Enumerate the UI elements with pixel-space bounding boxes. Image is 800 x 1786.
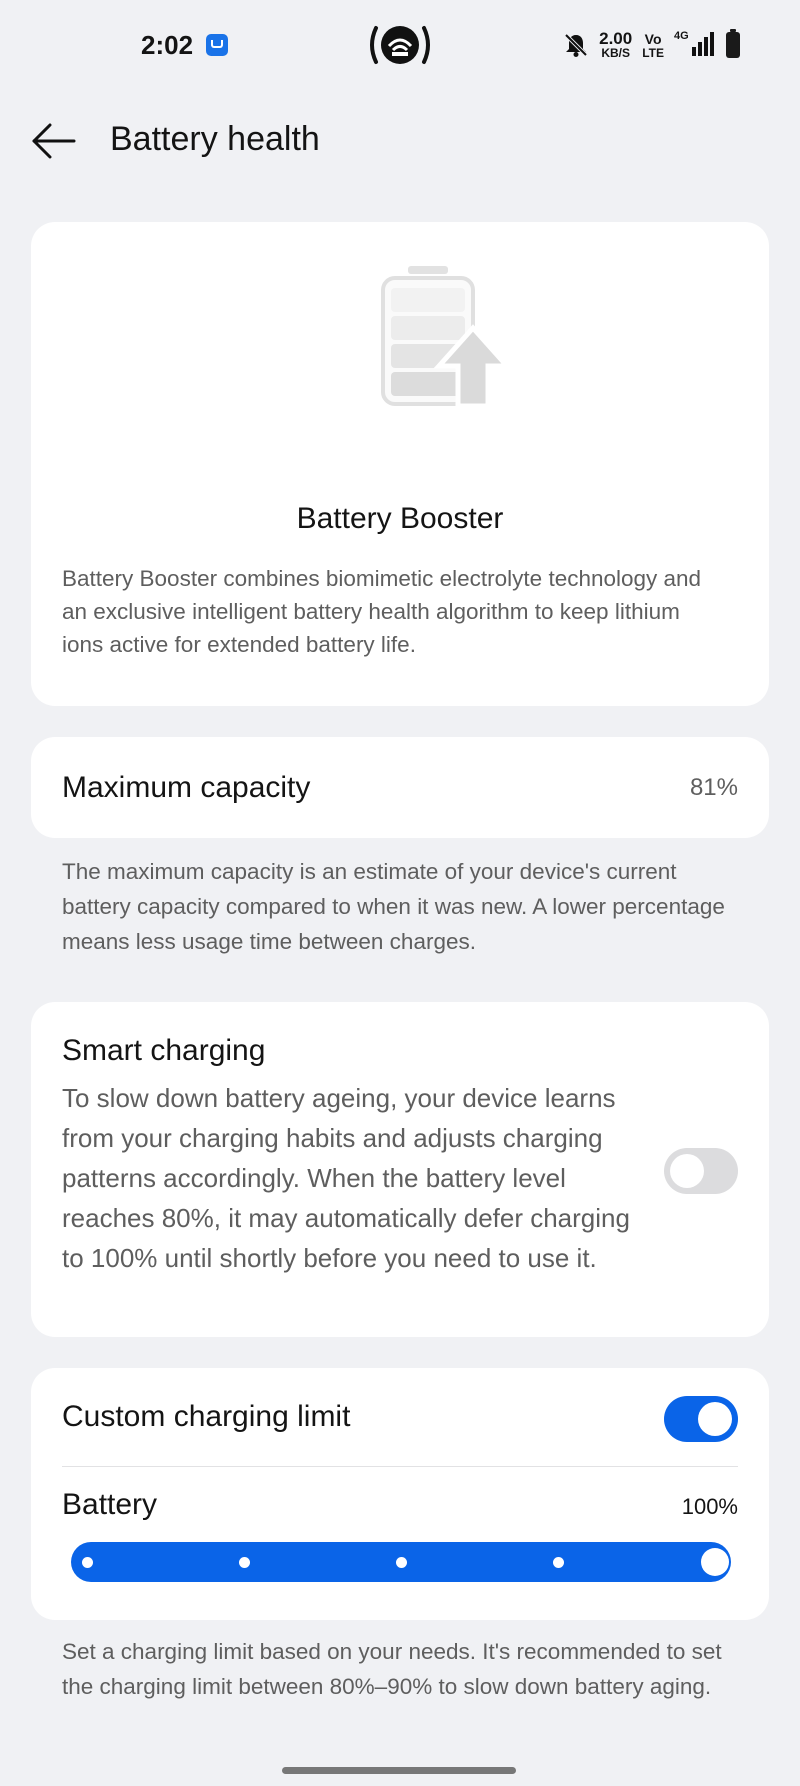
bell-off-icon bbox=[564, 33, 588, 57]
battery-booster-card: Battery Booster Battery Booster combines… bbox=[31, 222, 769, 706]
slider-step-dot bbox=[81, 1557, 93, 1568]
toggle-knob bbox=[670, 1154, 704, 1188]
battery-booster-description: Battery Booster combines biomimetic elec… bbox=[62, 566, 702, 657]
custom-charging-limit-card: Custom charging limit Battery 100% bbox=[31, 1368, 769, 1620]
status-icons: 2.00 KB/S Vo LTE 4G bbox=[563, 28, 740, 62]
slider-thumb[interactable] bbox=[701, 1548, 729, 1576]
custom-charging-limit-title: Custom charging limit bbox=[62, 1400, 351, 1433]
volte-indicator: Vo LTE bbox=[642, 31, 664, 60]
signal-icon: 4G bbox=[674, 30, 716, 60]
smart-charging-description: To slow down battery ageing, your device… bbox=[62, 1083, 630, 1273]
maximum-capacity-label: Maximum capacity bbox=[62, 771, 311, 804]
network-speed: 2.00 KB/S bbox=[599, 29, 633, 60]
smart-charging-title: Smart charging bbox=[62, 1034, 266, 1067]
maximum-capacity-description: The maximum capacity is an estimate of y… bbox=[62, 859, 725, 954]
status-time: 2:02 bbox=[141, 30, 194, 60]
charging-limit-slider[interactable] bbox=[71, 1542, 731, 1582]
slider-step-dot bbox=[395, 1557, 407, 1568]
toggle-knob bbox=[698, 1402, 732, 1436]
slider-step-dot bbox=[238, 1557, 250, 1568]
maximum-capacity-value: 81% bbox=[689, 774, 738, 801]
maximum-capacity-row[interactable]: Maximum capacity 81% bbox=[31, 737, 769, 838]
cast-icon bbox=[370, 26, 430, 64]
smart-charging-toggle[interactable] bbox=[664, 1148, 738, 1194]
battery-icon bbox=[726, 29, 740, 58]
battery-limit-label: Battery bbox=[62, 1488, 158, 1521]
divider bbox=[62, 1466, 738, 1467]
home-indicator[interactable] bbox=[282, 1767, 516, 1774]
page-title: Battery health bbox=[110, 120, 320, 158]
status-bar: 2:02 2.00 KB/S Vo LTE 4G bbox=[0, 0, 800, 92]
custom-charging-limit-toggle[interactable] bbox=[664, 1396, 738, 1442]
back-arrow-icon[interactable] bbox=[30, 118, 78, 164]
battery-booster-title: Battery Booster bbox=[296, 502, 504, 535]
app-notification-icon bbox=[206, 34, 228, 56]
smart-charging-card[interactable]: Smart charging To slow down battery agei… bbox=[31, 1002, 769, 1337]
slider-step-dot bbox=[552, 1557, 564, 1568]
battery-booster-icon bbox=[381, 266, 505, 406]
custom-charging-limit-description: Set a charging limit based on your needs… bbox=[62, 1639, 722, 1699]
battery-limit-value: 100% bbox=[681, 1494, 738, 1519]
